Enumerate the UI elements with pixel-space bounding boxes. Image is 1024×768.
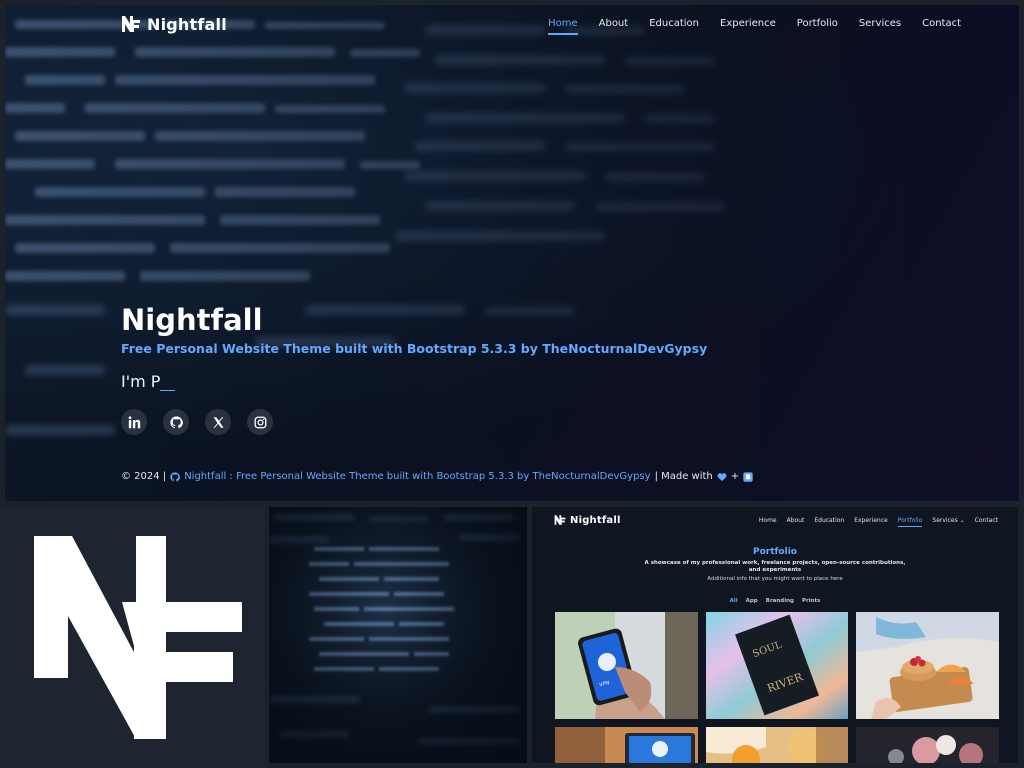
instagram-button[interactable] xyxy=(247,409,273,435)
nav-link-education[interactable]: Education xyxy=(649,18,699,35)
book-cover-image: SOUL RIVER xyxy=(706,612,848,719)
footer-plus: + xyxy=(730,471,740,482)
flowers-image xyxy=(856,727,999,763)
portfolio-card-food[interactable] xyxy=(856,612,999,719)
preview-nav-experience[interactable]: Experience xyxy=(854,517,887,527)
preview-brand[interactable]: Nightfall xyxy=(554,514,621,526)
portfolio-card-laptop-vpn[interactable] xyxy=(555,727,698,763)
nightfall-logo-icon xyxy=(34,536,242,739)
citrus-image xyxy=(706,727,848,763)
nav-link-home[interactable]: Home xyxy=(548,18,578,35)
filter-all[interactable]: All xyxy=(730,598,738,604)
nav-link-about[interactable]: About xyxy=(599,18,629,35)
code-photo-tile xyxy=(269,507,527,763)
logo-tile xyxy=(0,506,265,768)
preview-nav-services[interactable]: Services ⌄ xyxy=(932,517,964,527)
linkedin-icon xyxy=(128,415,140,428)
x-button[interactable] xyxy=(205,409,231,435)
preview-nav-portfolio[interactable]: Portfolio xyxy=(897,517,922,527)
instagram-icon xyxy=(254,416,266,428)
x-icon xyxy=(212,416,224,428)
nav-link-contact[interactable]: Contact xyxy=(922,18,961,35)
code-closeup-image xyxy=(269,507,527,763)
preview-nav-about[interactable]: About xyxy=(787,517,805,527)
nightfall-logo-icon xyxy=(122,16,140,32)
preview-nav-links: Home About Education Experience Portfoli… xyxy=(759,517,998,527)
footer-copyright: © 2024 | xyxy=(121,471,167,482)
hero-footer: © 2024 | Nightfall : Free Personal Websi… xyxy=(121,471,753,482)
chevron-down-icon: ⌄ xyxy=(959,517,965,524)
portfolio-card-flowers[interactable] xyxy=(856,727,999,763)
preview-section-title: Portfolio xyxy=(753,547,797,557)
linkedin-button[interactable] xyxy=(121,409,147,435)
heart-icon xyxy=(717,472,727,481)
bootstrap-icon xyxy=(743,471,753,482)
social-links xyxy=(121,409,273,435)
typed-text: I'm P xyxy=(121,372,176,391)
top-navbar: Nightfall Home About Education Experienc… xyxy=(5,5,1019,45)
preview-navbar: Nightfall Home About Education Experienc… xyxy=(532,507,1018,533)
footer-made-with: | Made with xyxy=(654,471,713,482)
filter-branding[interactable]: Branding xyxy=(766,598,794,604)
preview-nav-contact[interactable]: Contact xyxy=(975,517,998,527)
filter-app[interactable]: App xyxy=(746,598,758,604)
portfolio-card-citrus[interactable] xyxy=(706,727,848,763)
hero-title: Nightfall xyxy=(121,303,263,337)
filter-prints[interactable]: Prints xyxy=(802,598,820,604)
preview-brand-name: Nightfall xyxy=(570,514,621,526)
brand-name: Nightfall xyxy=(147,14,227,34)
nightfall-logo-icon xyxy=(554,515,566,525)
github-icon xyxy=(169,415,183,428)
github-icon xyxy=(170,471,181,481)
nav-link-portfolio[interactable]: Portfolio xyxy=(797,18,838,35)
footer-theme-link[interactable]: Nightfall : Free Personal Website Theme … xyxy=(184,471,650,482)
preview-section-info: Additional info that you might want to p… xyxy=(707,576,843,582)
preview-section-description: A showcase of my professional work, free… xyxy=(644,560,906,573)
hero-subtitle: Free Personal Website Theme built with B… xyxy=(121,341,708,356)
nav-link-experience[interactable]: Experience xyxy=(720,18,776,35)
preview-nav-services-label: Services xyxy=(932,517,958,524)
nav-link-services[interactable]: Services xyxy=(859,18,901,35)
preview-nav-home[interactable]: Home xyxy=(759,517,777,527)
typed-text-value: I'm P xyxy=(121,372,161,391)
laptop-vpn-image xyxy=(555,727,698,763)
hero-screenshot: Nightfall Home About Education Experienc… xyxy=(5,5,1019,501)
brand[interactable]: Nightfall xyxy=(121,14,227,34)
github-button[interactable] xyxy=(163,409,189,435)
portfolio-card-book[interactable]: SOUL RIVER xyxy=(706,612,848,719)
preview-nav-education[interactable]: Education xyxy=(814,517,844,527)
portfolio-card-phone-vpn[interactable]: VPN xyxy=(555,612,698,719)
typing-caret xyxy=(160,374,176,391)
nav-links: Home About Education Experience Portfoli… xyxy=(548,18,961,35)
preview-portfolio-filters: All App Branding Prints xyxy=(532,598,1018,604)
phone-vpn-image: VPN xyxy=(555,612,698,719)
portfolio-preview-screenshot: Nightfall Home About Education Experienc… xyxy=(532,507,1018,763)
pancakes-image xyxy=(856,612,999,719)
